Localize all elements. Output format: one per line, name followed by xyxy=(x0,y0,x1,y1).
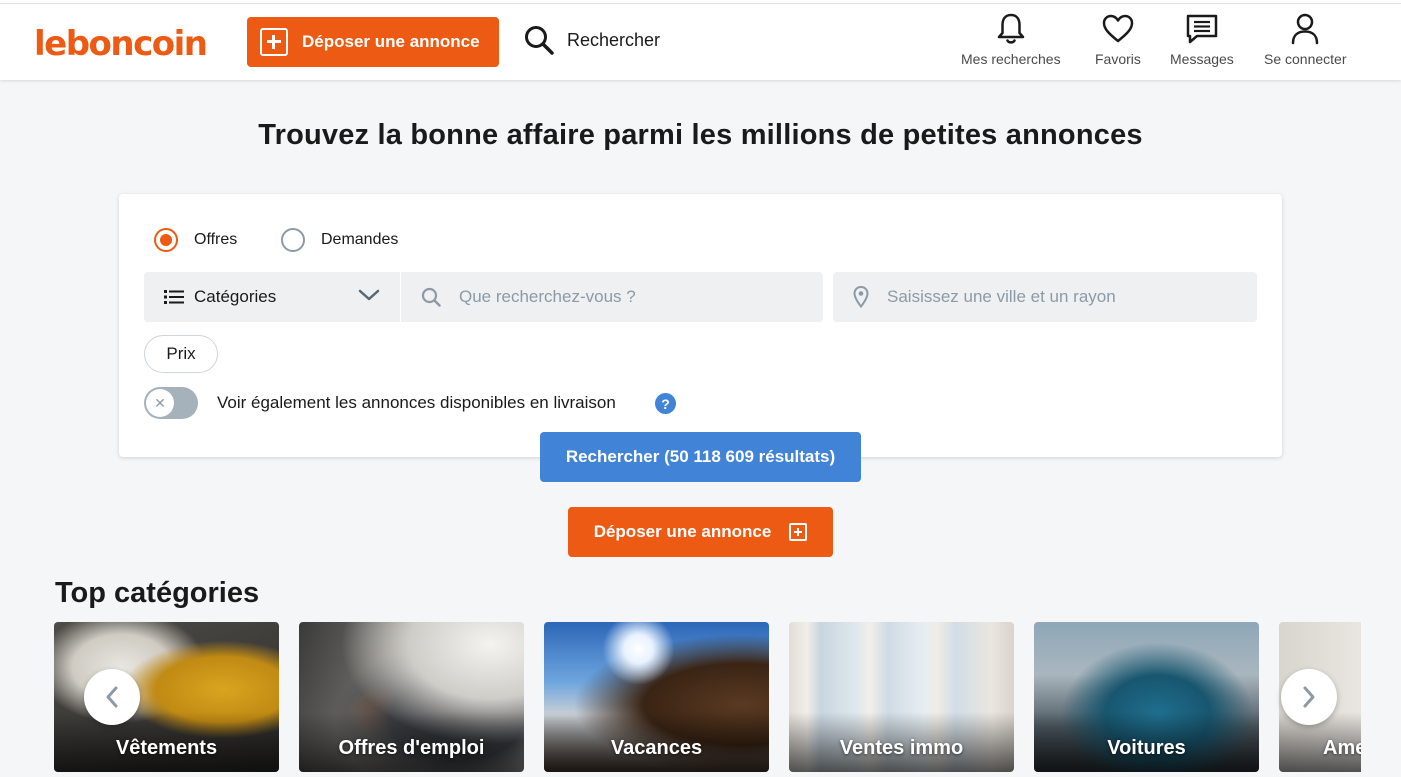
radio-demandes-label: Demandes xyxy=(321,231,399,248)
category-card-offres-emploi[interactable]: Offres d'emploi xyxy=(299,622,524,772)
deposer-annonce-mid-label: Déposer une annonce xyxy=(593,522,772,541)
bell-icon xyxy=(997,13,1025,44)
plus-square-icon xyxy=(260,28,288,56)
query-input[interactable] xyxy=(459,287,799,307)
radio-offres[interactable]: Offres xyxy=(154,228,237,252)
top-categories-carousel: Vêtements Offres d'emploi Vacances Vente… xyxy=(54,622,1361,777)
search-icon xyxy=(525,26,554,55)
location-input[interactable] xyxy=(887,287,1227,307)
nav-se-connecter[interactable]: Se connecter xyxy=(1264,12,1347,67)
chevron-left-icon xyxy=(106,686,118,708)
deposer-annonce-label: Déposer une annonce xyxy=(302,32,480,51)
rechercher-results-button[interactable]: Rechercher (50 118 609 résultats) xyxy=(540,432,861,482)
category-label: Ame xyxy=(1323,737,1361,759)
radio-offres-label: Offres xyxy=(194,231,238,248)
toggle-knob-x-icon: ✕ xyxy=(146,389,174,417)
prix-filter-button[interactable]: Prix xyxy=(144,335,218,373)
carousel-prev-button[interactable] xyxy=(84,669,140,725)
search-icon xyxy=(421,287,441,307)
list-icon xyxy=(164,290,184,304)
nav-se-connecter-label: Se connecter xyxy=(1264,51,1347,67)
heart-icon xyxy=(1102,14,1134,43)
site-header: leboncoin Déposer une annonce Rechercher… xyxy=(0,4,1401,80)
categories-dropdown[interactable]: Catégories xyxy=(144,272,400,322)
message-icon xyxy=(1186,14,1218,44)
category-card-voitures[interactable]: Voitures xyxy=(1034,622,1259,772)
carousel-next-button[interactable] xyxy=(1281,669,1337,725)
chevron-down-icon xyxy=(358,289,380,301)
nav-messages-label: Messages xyxy=(1170,51,1234,67)
category-label: Vêtements xyxy=(115,737,218,759)
delivery-toggle[interactable]: ✕ xyxy=(144,387,198,419)
leboncoin-logo[interactable]: leboncoin xyxy=(34,24,208,64)
delivery-toggle-label: Voir également les annonces disponibles … xyxy=(217,393,616,412)
nav-mes-recherches[interactable]: Mes recherches xyxy=(961,12,1061,67)
nav-messages[interactable]: Messages xyxy=(1170,12,1234,67)
category-label: Voitures xyxy=(1107,737,1186,759)
categories-label: Catégories xyxy=(194,287,277,306)
query-field xyxy=(401,272,823,322)
radio-offres-circle xyxy=(154,228,178,252)
top-categories-title: Top catégories xyxy=(55,577,260,609)
deposer-annonce-button[interactable]: Déposer une annonce xyxy=(568,507,833,557)
category-card-vacances[interactable]: Vacances xyxy=(544,622,769,772)
category-card-ventes-immo[interactable]: Ventes immo xyxy=(789,622,1014,772)
category-label: Offres d'emploi xyxy=(338,737,485,759)
search-form-card: Offres Demandes Catégories Que recherche… xyxy=(119,194,1282,457)
rechercher-header-link[interactable]: Rechercher xyxy=(523,24,660,56)
category-label: Ventes immo xyxy=(839,737,964,759)
radio-demandes-circle xyxy=(281,228,305,252)
plus-square-icon xyxy=(789,523,808,541)
nav-mes-recherches-label: Mes recherches xyxy=(961,51,1061,67)
radio-demandes[interactable]: Demandes xyxy=(281,228,398,252)
user-icon xyxy=(1292,13,1319,45)
chevron-right-icon xyxy=(1303,686,1315,708)
category-label: Vacances xyxy=(610,737,703,759)
nav-favoris-label: Favoris xyxy=(1095,51,1141,67)
location-field xyxy=(833,272,1257,322)
rechercher-label: Rechercher xyxy=(567,29,661,50)
hero-title: Trouvez la bonne affaire parmi les milli… xyxy=(258,119,1143,151)
location-pin-icon xyxy=(853,286,869,308)
help-icon[interactable]: ? xyxy=(655,393,676,414)
deposer-annonce-header-button[interactable]: Déposer une annonce xyxy=(247,17,499,67)
nav-favoris[interactable]: Favoris xyxy=(1095,12,1141,67)
